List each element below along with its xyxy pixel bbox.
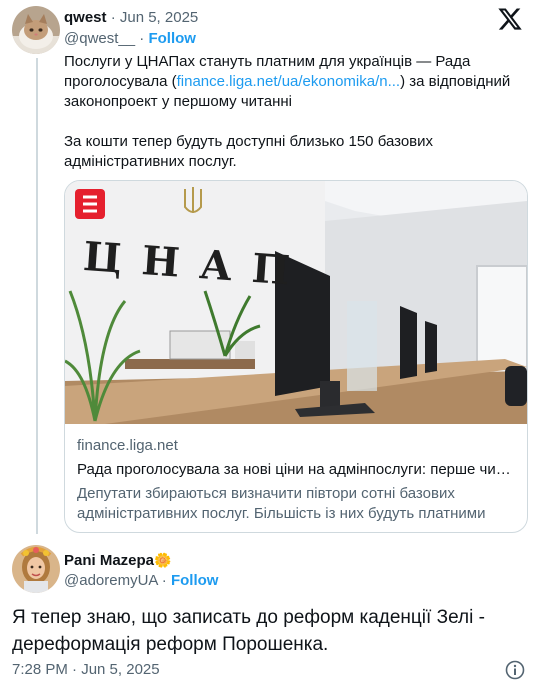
x-logo-icon[interactable] [497, 6, 523, 32]
thread-connector-line [36, 58, 38, 534]
woman-photo-avatar-icon [12, 545, 60, 593]
quoted-author-name[interactable]: qwest [64, 9, 107, 26]
card-meta: finance.liga.net Рада проголосувала за н… [77, 436, 517, 524]
quoted-tweet-paragraph-1: Послуги у ЦНАПах стануть платним для укр… [64, 52, 524, 112]
card-title[interactable]: Рада проголосувала за нові ціни на адмін… [77, 460, 517, 480]
flower-emoji-icon: 🌼 [154, 552, 172, 568]
article-link[interactable]: finance.liga.net/ua/ekonomika/n... [177, 73, 400, 90]
quoted-author-handle[interactable]: @qwest__ [64, 30, 135, 47]
quoted-tweet-date[interactable]: · Jun 5, 2025 [111, 9, 199, 26]
separator-dot: · [139, 30, 145, 47]
follow-reply-author-button[interactable]: Follow [171, 572, 219, 589]
link-preview-card[interactable]: ЦНАП finance.liga.net Рада проголосувала… [64, 180, 528, 533]
reply-timestamp[interactable]: 7:28 PM · Jun 5, 2025 [12, 661, 160, 678]
reply-author-name[interactable]: Pani Mazepa [64, 552, 154, 569]
follow-quoted-author-button[interactable]: Follow [148, 30, 196, 47]
cat-photo-avatar-icon [12, 6, 60, 54]
reply-author-handle[interactable]: @adoremyUA [64, 572, 158, 589]
separator-dot: · [161, 572, 167, 589]
info-icon[interactable] [505, 660, 525, 680]
reply-author-avatar[interactable] [12, 545, 60, 593]
quoted-tweet-body: Послуги у ЦНАПах стануть платним для укр… [64, 52, 524, 192]
reply-tweet-body: Я тепер знаю, що записать до реформ каде… [12, 607, 485, 655]
article-preview-image [65, 181, 527, 424]
card-description: Депутати збираються визначити півтори со… [77, 485, 486, 522]
card-domain: finance.liga.net [77, 437, 178, 454]
quoted-tweet-paragraph-2: За кошти тепер будуть доступні близько 1… [64, 133, 434, 170]
quoted-author-avatar[interactable] [12, 6, 60, 54]
